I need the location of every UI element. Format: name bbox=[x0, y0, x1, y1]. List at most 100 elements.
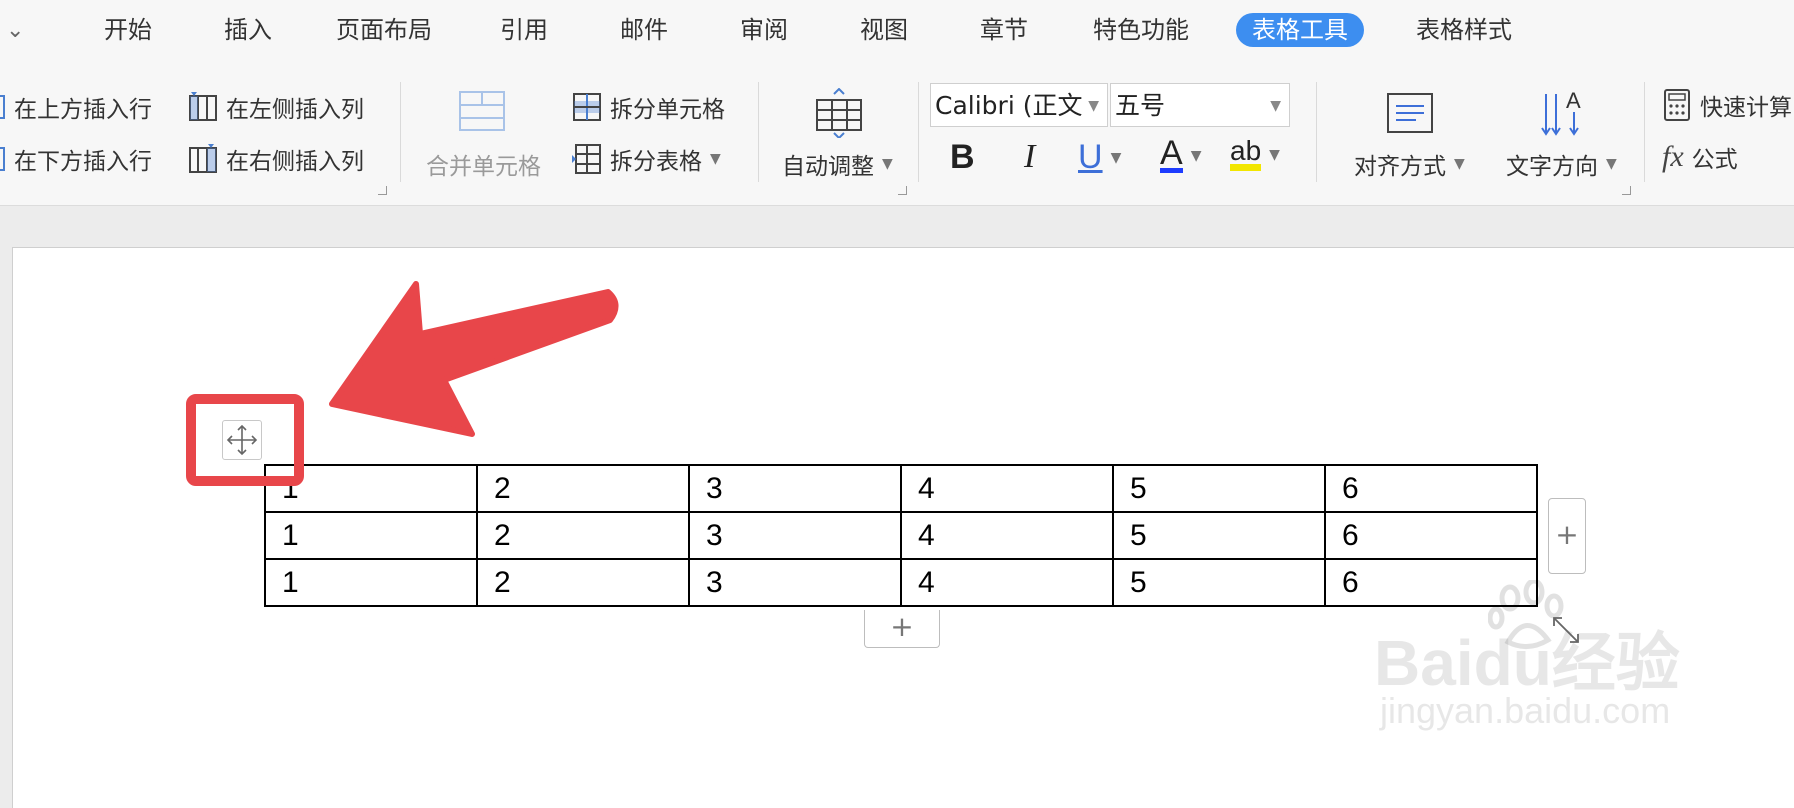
table-cell[interactable]: 4 bbox=[900, 464, 1114, 513]
ribbon: ⌄ 开始 插入 页面布局 引用 邮件 审阅 视图 章节 特色功能 表格工具 表格… bbox=[0, 0, 1794, 206]
tab-table-tools[interactable]: 表格工具 bbox=[1236, 13, 1364, 47]
table-row: 123456 bbox=[264, 464, 1538, 513]
tab-start[interactable]: 开始 bbox=[104, 13, 152, 47]
align-icon bbox=[1387, 93, 1433, 133]
split-table-dropdown-icon[interactable]: ▼ bbox=[710, 151, 721, 167]
group-divider bbox=[1644, 82, 1645, 182]
font-color-icon: A bbox=[1160, 134, 1183, 173]
group-launcher-icon[interactable] bbox=[898, 186, 907, 195]
table-cell[interactable]: 3 bbox=[688, 511, 902, 560]
insert-col-left-icon bbox=[189, 92, 217, 121]
align-label: 对齐方式 bbox=[1354, 154, 1446, 180]
insert-row-above-label: 在上方插入行 bbox=[14, 97, 152, 123]
italic-button[interactable]: I bbox=[1024, 138, 1035, 176]
split-cells-icon bbox=[573, 93, 601, 121]
auto-fit-label: 自动调整 bbox=[782, 154, 874, 180]
group-divider bbox=[918, 82, 919, 182]
auto-fit-button[interactable]: 自动调整 ▼ bbox=[782, 147, 893, 181]
insert-col-right-button[interactable]: 在右侧插入列 bbox=[188, 142, 364, 176]
tab-review[interactable]: 审阅 bbox=[740, 13, 788, 47]
group-launcher-icon[interactable] bbox=[378, 186, 387, 195]
bold-button[interactable]: B bbox=[950, 138, 975, 177]
table-cell[interactable]: 2 bbox=[476, 558, 690, 607]
quick-calc-button[interactable]: 快速计算 bbox=[1662, 88, 1792, 122]
tab-insert[interactable]: 插入 bbox=[224, 13, 272, 47]
merge-cells-button[interactable]: 合并单元格 bbox=[426, 147, 541, 181]
align-button[interactable]: 对齐方式 ▼ bbox=[1354, 147, 1465, 181]
group-divider bbox=[400, 82, 401, 182]
split-table-icon bbox=[572, 144, 601, 174]
formula-label: 公式 bbox=[1691, 147, 1738, 173]
table-cell[interactable]: 2 bbox=[476, 511, 690, 560]
table-cell[interactable]: 4 bbox=[900, 558, 1114, 607]
annotation-highlight-box bbox=[186, 394, 304, 486]
font-color-button[interactable]: A ▼ bbox=[1160, 134, 1202, 173]
tab-special-features[interactable]: 特色功能 bbox=[1093, 13, 1189, 47]
tab-mail[interactable]: 邮件 bbox=[620, 13, 668, 47]
table-cell[interactable]: 1 bbox=[264, 558, 478, 607]
svg-text:A: A bbox=[1566, 88, 1581, 113]
table-cell[interactable]: 5 bbox=[1112, 558, 1326, 607]
table-cell[interactable]: 6 bbox=[1324, 464, 1538, 513]
annotation-arrow-icon bbox=[329, 281, 619, 437]
collapse-chevron-icon[interactable]: ⌄ bbox=[6, 18, 24, 43]
table-row: 123456 bbox=[264, 511, 1538, 560]
highlight-dropdown-icon[interactable]: ▼ bbox=[1269, 147, 1280, 163]
quick-calc-label: 快速计算 bbox=[1700, 95, 1792, 121]
insert-col-right-icon bbox=[189, 144, 217, 173]
underline-dropdown-icon[interactable]: ▼ bbox=[1111, 150, 1122, 166]
group-divider bbox=[758, 82, 759, 182]
tab-page-layout[interactable]: 页面布局 bbox=[336, 13, 432, 47]
align-dropdown-icon[interactable]: ▼ bbox=[1454, 156, 1465, 172]
highlight-icon: ab bbox=[1230, 137, 1262, 171]
insert-col-left-label: 在左侧插入列 bbox=[226, 97, 364, 123]
document-table[interactable]: 123456123456123456 bbox=[264, 464, 1538, 607]
text-direction-label: 文字方向 bbox=[1506, 154, 1598, 180]
add-column-button[interactable]: + bbox=[1548, 498, 1586, 574]
table-cell[interactable]: 5 bbox=[1112, 511, 1326, 560]
split-table-label: 拆分表格 bbox=[610, 149, 702, 175]
insert-row-above-button[interactable]: 在上方插入行 bbox=[0, 90, 152, 124]
font-name-value: Calibri (正文 bbox=[935, 91, 1083, 120]
insert-col-left-button[interactable]: 在左侧插入列 bbox=[188, 90, 364, 124]
underline-button[interactable]: U ▼ bbox=[1078, 138, 1121, 177]
merge-cells-icon bbox=[459, 91, 505, 131]
text-direction-button[interactable]: 文字方向 ▼ bbox=[1506, 147, 1617, 181]
font-name-select[interactable]: Calibri (正文 ▼ bbox=[930, 83, 1108, 127]
tab-references[interactable]: 引用 bbox=[500, 13, 548, 47]
insert-row-above-icon bbox=[0, 95, 5, 119]
highlight-button[interactable]: ab ▼ bbox=[1230, 137, 1280, 171]
auto-fit-dropdown-icon[interactable]: ▼ bbox=[882, 156, 893, 172]
split-cells-button[interactable]: 拆分单元格 bbox=[572, 90, 725, 124]
chevron-down-icon: ▼ bbox=[1088, 98, 1099, 114]
tab-chapter[interactable]: 章节 bbox=[980, 13, 1028, 47]
auto-fit-icon bbox=[816, 88, 862, 138]
plus-icon: + bbox=[1555, 518, 1579, 551]
table-resize-handle-icon[interactable] bbox=[1548, 612, 1584, 648]
group-launcher-icon[interactable] bbox=[1622, 186, 1631, 195]
font-size-value: 五号 bbox=[1115, 91, 1166, 120]
tab-view[interactable]: 视图 bbox=[860, 13, 908, 47]
table-cell[interactable]: 6 bbox=[1324, 511, 1538, 560]
table-cell[interactable]: 5 bbox=[1112, 464, 1326, 513]
split-table-button[interactable]: 拆分表格 ▼ bbox=[572, 142, 721, 176]
chevron-down-icon: ▼ bbox=[1270, 98, 1281, 114]
text-direction-dropdown-icon[interactable]: ▼ bbox=[1606, 156, 1617, 172]
formula-icon: fx bbox=[1662, 140, 1684, 173]
font-size-select[interactable]: 五号 ▼ bbox=[1110, 83, 1290, 127]
table-cell[interactable]: 3 bbox=[688, 464, 902, 513]
insert-row-below-label: 在下方插入行 bbox=[14, 149, 152, 175]
table-cell[interactable]: 1 bbox=[264, 511, 478, 560]
tab-table-style[interactable]: 表格样式 bbox=[1416, 13, 1512, 47]
text-direction-icon: A bbox=[1541, 88, 1581, 136]
table-cell[interactable]: 3 bbox=[688, 558, 902, 607]
table-cell[interactable]: 6 bbox=[1324, 558, 1538, 607]
table-cell[interactable]: 2 bbox=[476, 464, 690, 513]
insert-row-below-button[interactable]: 在下方插入行 bbox=[0, 142, 152, 176]
group-divider bbox=[1316, 82, 1317, 182]
formula-button[interactable]: fx 公式 bbox=[1662, 140, 1738, 174]
font-color-dropdown-icon[interactable]: ▼ bbox=[1191, 148, 1202, 164]
underline-icon: U bbox=[1078, 138, 1103, 176]
table-cell[interactable]: 4 bbox=[900, 511, 1114, 560]
add-row-button[interactable]: + bbox=[864, 610, 940, 648]
